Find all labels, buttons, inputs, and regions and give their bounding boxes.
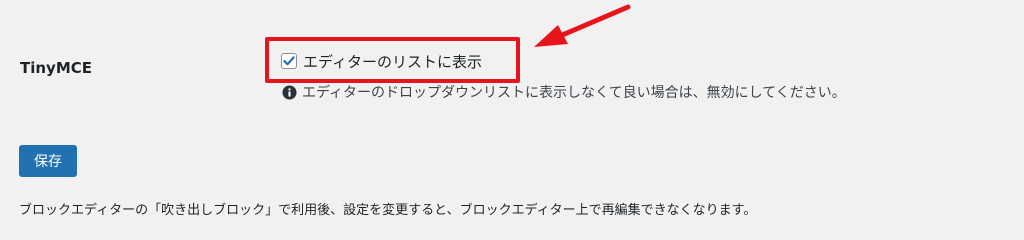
checkmark-icon <box>283 56 295 66</box>
editor-list-checkbox[interactable] <box>281 53 297 69</box>
annotation-arrow-icon <box>534 4 631 47</box>
description-text: エディターのドロップダウンリストに表示しなくて良い場合は、無効にしてください。 <box>302 85 846 101</box>
footnote-text: ブロックエディターの「吹き出しブロック」で利用後、設定を変更すると、ブロックエデ… <box>19 203 757 218</box>
setting-label: TinyMCE <box>20 59 93 77</box>
save-button[interactable]: 保存 <box>19 145 77 177</box>
info-icon <box>282 84 297 100</box>
editor-list-option[interactable]: エディターのリストに表示 <box>281 50 482 72</box>
editor-list-option-label: エディターのリストに表示 <box>303 52 482 71</box>
setting-description: エディターのドロップダウンリストに表示しなくて良い場合は、無効にしてください。 <box>282 82 846 102</box>
